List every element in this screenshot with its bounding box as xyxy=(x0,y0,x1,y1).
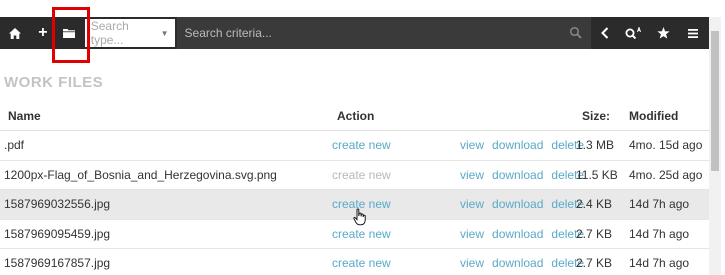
file-size: 2.4 KB xyxy=(576,197,613,212)
header-name[interactable]: Name xyxy=(0,109,332,123)
scrollbar-thumb[interactable] xyxy=(711,31,719,171)
file-actions: view download delete xyxy=(460,168,584,182)
folder-button[interactable] xyxy=(56,17,82,49)
file-actions: view download delete xyxy=(460,197,584,211)
quick-search-icon xyxy=(625,27,642,39)
section-title: WORK FILES xyxy=(4,74,104,91)
file-size: 1.3 MB xyxy=(576,138,615,153)
table-row: 1587969167857.jpg create new view downlo… xyxy=(0,249,709,275)
table-header: Name Action Size: Modified xyxy=(0,102,709,131)
file-actions: view download delete xyxy=(460,138,584,152)
search-type-placeholder: Search type... xyxy=(90,19,129,47)
view-link[interactable]: view xyxy=(460,197,484,211)
file-actions: view download delete xyxy=(460,227,584,241)
table-row: .pdf create new view download delete 1.3… xyxy=(0,131,709,161)
view-link[interactable]: view xyxy=(460,227,484,241)
add-button[interactable]: + xyxy=(30,17,56,49)
menu-button[interactable] xyxy=(677,17,709,49)
header-action: Action xyxy=(337,109,375,123)
top-toolbar: + Search type... ▼ Search criteria... xyxy=(0,17,709,49)
download-link[interactable]: download xyxy=(492,197,543,211)
file-name[interactable]: 1587969095459.jpg xyxy=(0,227,332,241)
header-size[interactable]: Size: xyxy=(576,109,629,123)
file-modified: 14d 7h ago xyxy=(629,256,690,271)
download-link[interactable]: download xyxy=(492,138,543,152)
download-link[interactable]: download xyxy=(492,168,543,182)
search-icon[interactable] xyxy=(569,26,583,40)
menu-icon xyxy=(688,28,699,38)
file-name[interactable]: 1200px-Flag_of_Bosnia_and_Herzegovina.sv… xyxy=(0,168,332,182)
file-actions: view download delete xyxy=(460,256,584,270)
header-modified[interactable]: Modified xyxy=(629,109,709,123)
back-button[interactable] xyxy=(591,17,619,49)
star-icon xyxy=(657,27,670,39)
view-link[interactable]: view xyxy=(460,138,484,152)
file-size: 2.7 KB xyxy=(576,256,613,271)
file-name[interactable]: 1587969032556.jpg xyxy=(0,197,332,211)
quick-search-button[interactable] xyxy=(619,17,649,49)
file-name[interactable]: 1587969167857.jpg xyxy=(0,256,332,270)
home-button[interactable] xyxy=(0,17,30,49)
folder-icon xyxy=(62,29,75,38)
search-criteria-input[interactable]: Search criteria... xyxy=(176,17,592,49)
table-row: 1200px-Flag_of_Bosnia_and_Herzegovina.sv… xyxy=(0,161,709,190)
caret-down-icon: ▼ xyxy=(160,28,169,38)
file-name[interactable]: .pdf xyxy=(0,138,332,152)
file-modified: 14d 7h ago xyxy=(629,197,690,212)
file-modified: 4mo. 25d ago xyxy=(629,167,703,182)
file-modified: 14d 7h ago xyxy=(629,226,690,241)
back-icon xyxy=(601,27,609,39)
create-new-link[interactable]: create new xyxy=(332,138,460,152)
files-table: Name Action Size: Modified .pdf create n… xyxy=(0,102,709,275)
plus-icon: + xyxy=(38,24,48,41)
create-new-link[interactable]: create new xyxy=(332,256,460,270)
home-icon xyxy=(8,27,21,39)
view-link[interactable]: view xyxy=(460,168,484,182)
vertical-scrollbar[interactable] xyxy=(709,17,721,275)
create-new-link[interactable]: create new xyxy=(332,227,460,241)
file-modified: 4mo. 15d ago xyxy=(629,138,703,153)
view-link[interactable]: view xyxy=(460,256,484,270)
create-new-link[interactable]: create new xyxy=(332,168,460,182)
pointer-cursor-icon xyxy=(353,208,366,226)
file-manager-page: + Search type... ▼ Search criteria... WO… xyxy=(0,0,725,275)
download-link[interactable]: download xyxy=(492,256,543,270)
search-criteria-placeholder: Search criteria... xyxy=(184,26,272,40)
favorites-button[interactable] xyxy=(649,17,677,49)
file-size: 11.5 KB xyxy=(576,167,618,182)
create-new-link[interactable]: create new xyxy=(332,197,460,211)
search-type-select[interactable]: Search type... ▼ xyxy=(84,19,175,47)
download-link[interactable]: download xyxy=(492,227,543,241)
file-size: 2.7 KB xyxy=(576,226,613,241)
